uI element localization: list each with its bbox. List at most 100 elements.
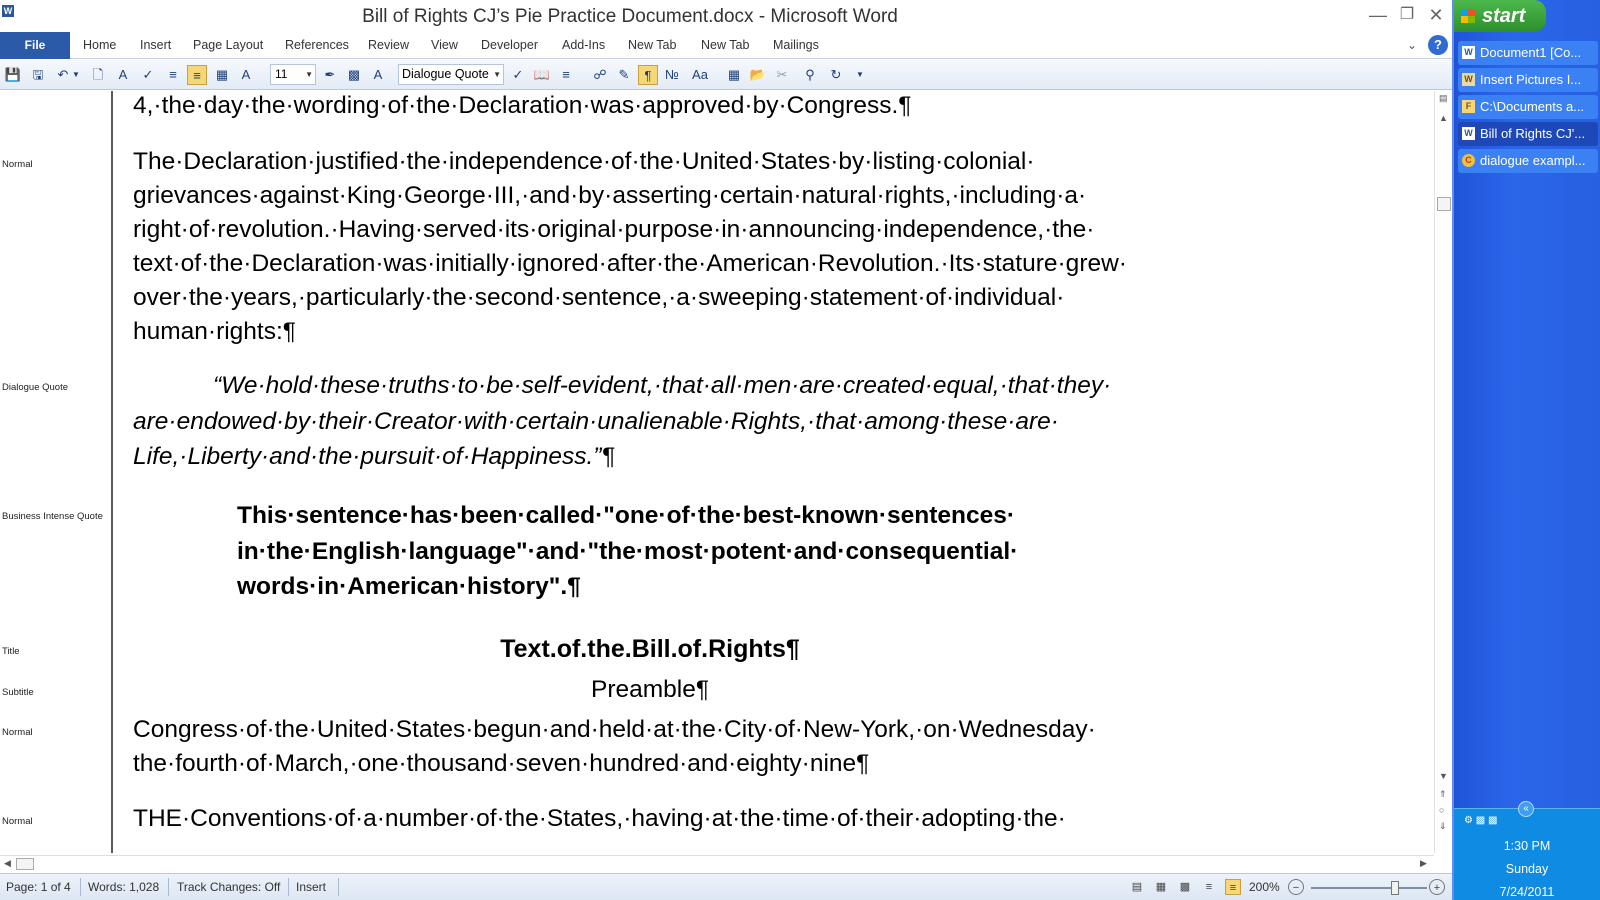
- draft-view-icon[interactable]: ≡: [1225, 879, 1241, 895]
- title-bar: W Bill of Rights CJ’s Pie Practice Docum…: [0, 0, 1452, 34]
- clock-day: Sunday: [1505, 862, 1549, 876]
- scroll-down-icon[interactable]: ▼: [1439, 771, 1448, 781]
- outline-view-icon[interactable]: ≡: [1201, 879, 1217, 895]
- track-changes-icon[interactable]: ✎: [614, 65, 634, 85]
- next-page-icon[interactable]: ⇓: [1439, 821, 1447, 832]
- horizontal-scrollbar[interactable]: ◀ ▶: [0, 855, 1434, 872]
- table-icon[interactable]: ▦: [724, 65, 744, 85]
- tab-page-layout[interactable]: Page Layout: [193, 38, 263, 52]
- font-color-icon[interactable]: A: [368, 65, 388, 85]
- save-icon[interactable]: 💾: [3, 65, 23, 85]
- status-bar: Page: 1 of 4 Words: 1,028 Track Changes:…: [0, 873, 1452, 900]
- zoom-slider[interactable]: [1311, 881, 1427, 895]
- scroll-left-icon[interactable]: ◀: [4, 858, 11, 869]
- horizontal-scroll-thumb[interactable]: [16, 858, 34, 870]
- taskbar-item-label: C:\Documents a...: [1480, 99, 1585, 114]
- find-icon[interactable]: ⚲: [800, 65, 820, 85]
- tab-new-tab-2[interactable]: New Tab: [701, 38, 749, 52]
- tab-insert[interactable]: Insert: [140, 38, 171, 52]
- justify-icon[interactable]: ≡: [187, 65, 207, 85]
- taskbar-item-documents-folder[interactable]: F C:\Documents a...: [1458, 95, 1598, 119]
- paragraph[interactable]: Congress·of·the·United·States·begun·and·…: [133, 713, 1193, 781]
- paragraph[interactable]: The·Declaration·justified·the·independen…: [133, 145, 1193, 349]
- word-count-icon[interactable]: №: [662, 65, 682, 85]
- document-body[interactable]: 4,·the·day·the·wording·of·the·Declaratio…: [115, 91, 1433, 853]
- zoom-out-icon[interactable]: −: [1288, 879, 1304, 895]
- style-value: Dialogue Quote: [402, 67, 489, 81]
- undo-dropdown-icon[interactable]: ▼: [70, 65, 82, 85]
- document-subtitle[interactable]: Preamble¶: [115, 673, 1185, 707]
- open-folder-icon[interactable]: 📂: [748, 65, 768, 85]
- book-icon[interactable]: 📖: [532, 65, 552, 85]
- taskbar-item-bill-of-rights[interactable]: W Bill of Rights CJ'...: [1458, 122, 1598, 146]
- ribbon-tabs: File Home Insert Page Layout References …: [0, 32, 1452, 59]
- web-layout-icon[interactable]: ▩: [1177, 879, 1193, 895]
- intense-quote-paragraph[interactable]: This·sentence·has·been·called·"one·of·th…: [237, 498, 1117, 605]
- new-document-icon[interactable]: 🗋: [88, 65, 108, 85]
- styles-icon[interactable]: A: [113, 65, 133, 85]
- insert-mode-status[interactable]: Insert: [296, 880, 326, 894]
- highlight-icon[interactable]: ✒: [320, 65, 340, 85]
- zoom-level[interactable]: 200%: [1249, 880, 1280, 894]
- tray-icons[interactable]: ⚙ ▩ ▩: [1464, 815, 1497, 826]
- cut-icon[interactable]: ✂: [772, 65, 792, 85]
- taskbar-item-label: Bill of Rights CJ'...: [1480, 126, 1586, 141]
- taskbar-item-insert-pictures[interactable]: W Insert Pictures I...: [1458, 68, 1598, 92]
- show-formatting-icon[interactable]: ¶: [638, 65, 658, 85]
- close-icon[interactable]: ✕: [1424, 4, 1448, 26]
- taskbar-item-document1[interactable]: W Document1 [Co...: [1458, 41, 1598, 65]
- tab-home[interactable]: Home: [83, 38, 116, 52]
- dialogue-quote-paragraph[interactable]: “We·hold·these·truths·to·be·self-evident…: [133, 368, 1193, 475]
- insert-picture-icon[interactable]: ▦: [212, 65, 232, 85]
- numbering-icon[interactable]: ≡: [556, 65, 576, 85]
- format-painter-icon[interactable]: ✓: [138, 65, 158, 85]
- select-browse-object-icon[interactable]: ○: [1439, 805, 1444, 815]
- taskbar-item-dialogue-example[interactable]: C dialogue exampl...: [1458, 149, 1598, 173]
- hyperlink-icon[interactable]: ☍: [590, 65, 610, 85]
- scroll-thumb[interactable]: [1437, 197, 1451, 211]
- zoom-in-icon[interactable]: +: [1429, 879, 1445, 895]
- image-icon[interactable]: ▩: [344, 65, 364, 85]
- save-as-icon[interactable]: 🖫: [28, 65, 48, 85]
- windows-logo-icon: [1461, 9, 1475, 23]
- tab-new-tab-1[interactable]: New Tab: [628, 38, 676, 52]
- word-count[interactable]: Words: 1,028: [88, 880, 159, 894]
- show-hidden-icons-icon[interactable]: «: [1518, 801, 1534, 817]
- tab-view[interactable]: View: [431, 38, 458, 52]
- full-screen-reading-icon[interactable]: ▦: [1153, 879, 1169, 895]
- tab-references[interactable]: References: [285, 38, 349, 52]
- change-case-icon[interactable]: Aa: [690, 65, 710, 85]
- style-select[interactable]: Dialogue Quote ▼: [398, 64, 504, 85]
- status-divider: [338, 878, 339, 896]
- help-icon[interactable]: ?: [1428, 35, 1448, 55]
- scroll-right-icon[interactable]: ▶: [1420, 858, 1427, 869]
- minimize-icon[interactable]: —: [1366, 4, 1390, 26]
- tab-file[interactable]: File: [0, 32, 70, 59]
- tab-mailings[interactable]: Mailings: [773, 38, 819, 52]
- align-center-icon[interactable]: ≡: [163, 65, 183, 85]
- refresh-icon[interactable]: ↻: [826, 65, 846, 85]
- paragraph[interactable]: 4,·the·day·the·wording·of·the·Declaratio…: [133, 91, 1193, 123]
- customize-toolbar-icon[interactable]: ▼: [850, 65, 870, 85]
- word-icon: W: [1462, 127, 1475, 140]
- track-changes-status[interactable]: Track Changes: Off: [177, 880, 280, 894]
- paragraph[interactable]: THE·Conventions·of·a·number·of·the·State…: [133, 802, 1193, 836]
- page-count[interactable]: Page: 1 of 4: [6, 880, 71, 894]
- tab-add-ins[interactable]: Add-Ins: [562, 38, 605, 52]
- print-layout-icon[interactable]: ▤: [1129, 879, 1145, 895]
- tab-review[interactable]: Review: [368, 38, 409, 52]
- document-title[interactable]: Text.of.the.Bill.of.Rights¶: [115, 632, 1185, 666]
- status-divider: [288, 878, 289, 896]
- scroll-up-icon[interactable]: ▲: [1439, 113, 1448, 123]
- font-size-select[interactable]: 11 ▼: [270, 64, 316, 85]
- start-button[interactable]: start: [1454, 0, 1546, 32]
- zoom-slider-thumb[interactable]: [1390, 881, 1399, 895]
- vertical-scrollbar[interactable]: ▤ ▲ ▼ ⇑ ○ ⇓: [1434, 91, 1452, 853]
- ruler-toggle-icon[interactable]: ▤: [1439, 93, 1448, 104]
- ribbon-expand-icon[interactable]: ⌄: [1407, 38, 1417, 52]
- text-effects-icon[interactable]: A: [236, 65, 256, 85]
- spelling-icon[interactable]: ✓: [508, 65, 528, 85]
- restore-icon[interactable]: ❐: [1395, 4, 1419, 26]
- tab-developer[interactable]: Developer: [481, 38, 538, 52]
- previous-page-icon[interactable]: ⇑: [1439, 789, 1447, 800]
